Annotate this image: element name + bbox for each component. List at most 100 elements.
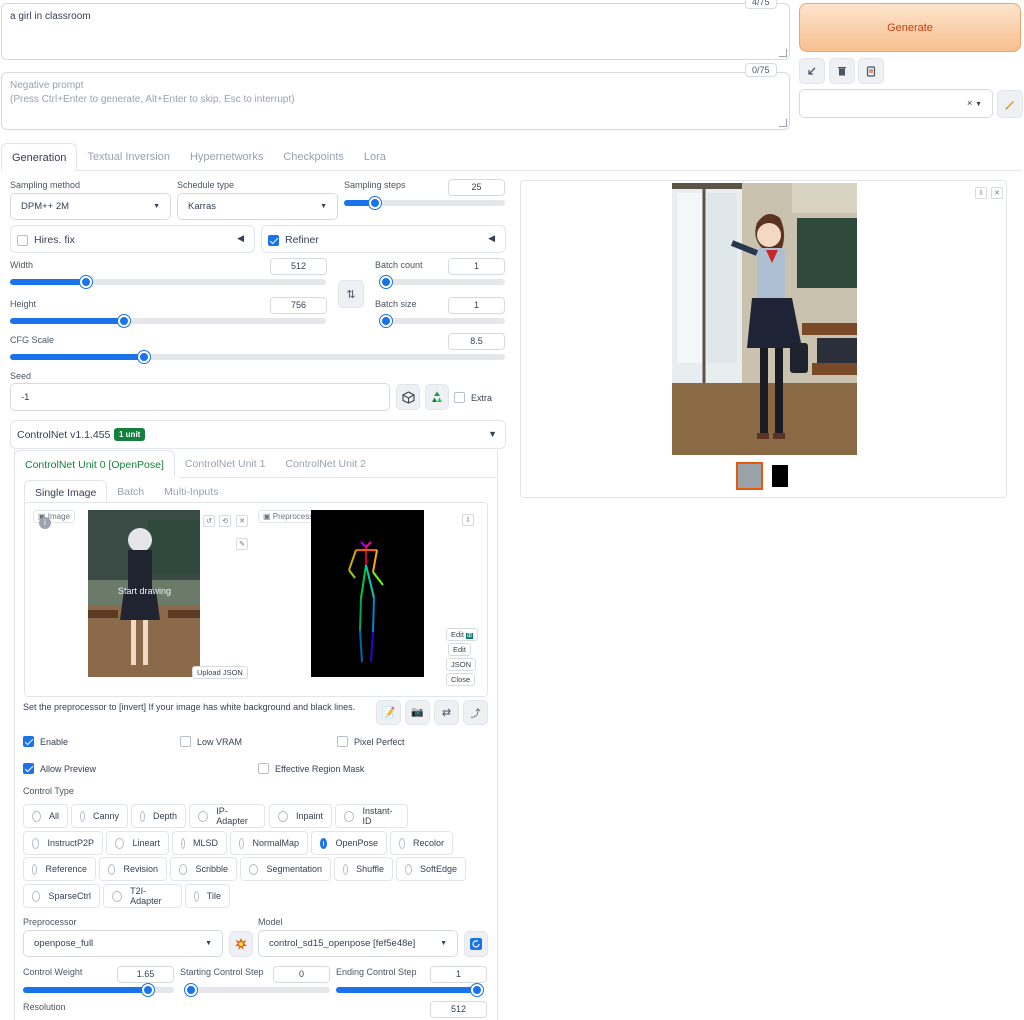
upload-json-button[interactable]: Upload JSON [192, 666, 248, 679]
run-preprocessor-button[interactable] [229, 931, 253, 957]
control-type-canny[interactable]: Canny [71, 804, 128, 828]
control-weight-input[interactable]: 1.65 [117, 966, 174, 983]
extra-checkbox[interactable] [454, 392, 465, 403]
radio-button[interactable] [32, 863, 38, 875]
hires-fix-checkbox[interactable] [17, 234, 28, 246]
gallery-thumbnail-2[interactable] [772, 465, 788, 487]
close-button[interactable]: Close [446, 673, 476, 686]
radio-button[interactable] [320, 837, 328, 849]
radio-button[interactable] [198, 810, 209, 822]
pixel-perfect-checkbox[interactable] [337, 736, 348, 747]
radio-button[interactable] [278, 810, 288, 822]
download-icon[interactable]: ⇩ [462, 514, 474, 526]
radio-button[interactable] [194, 890, 199, 902]
effective-region-mask-toggle[interactable]: Effective Region Mask [258, 763, 364, 774]
clear-prompt-button[interactable] [829, 58, 855, 84]
batch-count-slider[interactable] [380, 276, 505, 288]
radio-button[interactable] [344, 810, 355, 822]
controlnet-accordion[interactable]: ControlNet v1.1.455 1 unit ▼ [10, 420, 506, 449]
radio-button[interactable] [239, 837, 245, 849]
radio-button[interactable] [108, 863, 116, 875]
radio-button[interactable] [405, 863, 412, 875]
start-step-input[interactable]: 0 [273, 966, 330, 983]
gallery-thumbnail-1[interactable] [736, 462, 763, 490]
tab-multi-inputs[interactable]: Multi-Inputs [154, 480, 228, 504]
close-icon[interactable]: ✕ [236, 515, 248, 527]
control-type-ip-adapter[interactable]: IP-Adapter [189, 804, 265, 828]
create-canvas-button[interactable]: 📝 [376, 700, 401, 725]
cfg-scale-input[interactable]: 8.5 [448, 333, 505, 350]
tab-unit-0[interactable]: ControlNet Unit 0 [OpenPose] [14, 450, 175, 478]
styles-dropdown[interactable]: × ▼ [799, 89, 993, 118]
control-type-normalmap[interactable]: NormalMap [230, 831, 308, 855]
enable-checkbox[interactable] [23, 736, 34, 747]
tab-single-image[interactable]: Single Image [24, 480, 108, 504]
tab-unit-2[interactable]: ControlNet Unit 2 [275, 450, 376, 478]
allow-preview-toggle[interactable]: Allow Preview [23, 763, 96, 774]
close-icon[interactable]: ✕ [991, 187, 1003, 199]
model-dropdown[interactable]: control_sd15_openpose [fef5e48e] ▼ [258, 930, 458, 957]
control-type-openpose[interactable]: OpenPose [311, 831, 387, 855]
control-type-sparsectrl[interactable]: SparseCtrl [23, 884, 100, 908]
radio-button[interactable] [115, 837, 125, 849]
resolution-input[interactable]: 512 [430, 1001, 487, 1018]
control-type-instructp2p[interactable]: InstructP2P [23, 831, 103, 855]
low-vram-toggle[interactable]: Low VRAM [180, 736, 242, 747]
preprocessor-dropdown[interactable]: openpose_full ▼ [23, 930, 223, 957]
tab-batch[interactable]: Batch [107, 480, 154, 504]
generated-image[interactable] [672, 183, 857, 455]
radio-button[interactable] [181, 837, 185, 849]
end-step-input[interactable]: 1 [430, 966, 487, 983]
apply-styles-button[interactable] [858, 58, 884, 84]
radio-button[interactable] [399, 837, 405, 849]
control-weight-slider[interactable] [23, 984, 174, 996]
control-type-revision[interactable]: Revision [99, 857, 167, 881]
width-slider[interactable] [10, 276, 326, 288]
read-params-button[interactable] [799, 58, 825, 84]
tab-textual-inversion[interactable]: Textual Inversion [77, 143, 180, 171]
radio-button[interactable] [140, 810, 145, 822]
width-input[interactable]: 512 [270, 258, 327, 275]
radio-button[interactable] [179, 863, 188, 875]
batch-size-slider[interactable] [380, 315, 505, 327]
clear-styles-icon[interactable]: × [967, 98, 973, 109]
radio-button[interactable] [32, 890, 41, 902]
control-type-lineart[interactable]: Lineart [106, 831, 169, 855]
control-type-softedge[interactable]: SoftEdge [396, 857, 466, 881]
control-type-depth[interactable]: Depth [131, 804, 186, 828]
radio-button[interactable] [249, 863, 259, 875]
edit-openpose-button[interactable]: Edit ⊞ [446, 628, 479, 641]
radio-button[interactable] [112, 890, 123, 902]
undo-icon[interactable]: ↺ [203, 515, 215, 527]
reset-icon[interactable]: ⟲ [219, 515, 231, 527]
batch-count-input[interactable]: 1 [448, 258, 505, 275]
tab-unit-1[interactable]: ControlNet Unit 1 [175, 450, 276, 478]
tab-generation[interactable]: Generation [1, 143, 78, 171]
control-type-t2i-adapter[interactable]: T2I-Adapter [103, 884, 182, 908]
random-seed-button[interactable] [396, 384, 420, 410]
tab-lora[interactable]: Lora [354, 143, 396, 171]
allow-preview-checkbox[interactable] [23, 763, 34, 774]
radio-button[interactable] [80, 810, 85, 822]
mirror-webcam-button[interactable]: ⇄ [434, 700, 459, 725]
batch-size-input[interactable]: 1 [448, 297, 505, 314]
start-step-slider[interactable] [185, 984, 330, 996]
reuse-seed-button[interactable] [425, 384, 449, 410]
end-step-slider[interactable] [336, 984, 483, 996]
sampling-method-dropdown[interactable]: DPM++ 2M ▼ [10, 193, 171, 220]
hires-fix-accordion[interactable]: Hires. fix ◀ [10, 225, 255, 253]
seed-input[interactable]: -1 [10, 383, 390, 411]
control-type-shuffle[interactable]: Shuffle [334, 857, 393, 881]
refresh-models-button[interactable] [464, 931, 488, 957]
resize-grip[interactable] [779, 49, 787, 57]
height-input[interactable]: 756 [270, 297, 327, 314]
swap-dimensions-button[interactable]: ⇅ [338, 280, 364, 308]
refiner-checkbox[interactable] [268, 234, 279, 246]
negative-prompt-textarea[interactable]: Negative prompt (Press Ctrl+Enter to gen… [1, 72, 790, 130]
sampling-steps-input[interactable]: 25 [448, 179, 505, 196]
resize-grip[interactable] [779, 119, 787, 127]
download-icon[interactable]: ⇩ [975, 187, 987, 199]
control-type-segmentation[interactable]: Segmentation [240, 857, 331, 881]
refiner-accordion[interactable]: Refiner ◀ [261, 225, 506, 253]
brush-icon[interactable]: ✎ [236, 538, 248, 550]
